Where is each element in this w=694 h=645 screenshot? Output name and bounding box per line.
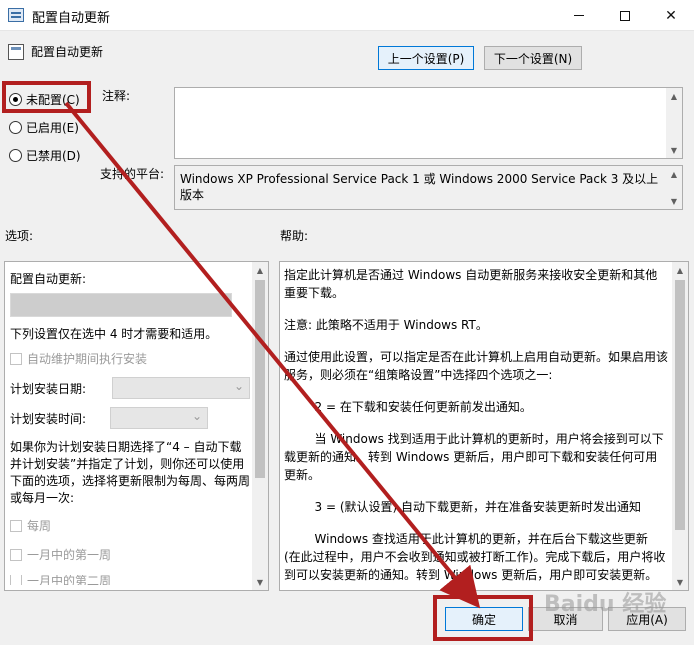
options-scrollbar[interactable]: ▲ ▼ (252, 262, 268, 590)
highlight-box-ok (433, 595, 533, 641)
schedule-day-label: 计划安装日期: (10, 381, 87, 396)
scroll-up-icon[interactable]: ▲ (672, 262, 688, 278)
close-button[interactable]: ✕ (648, 0, 694, 31)
radio-icon (9, 121, 22, 134)
radio-label: 已禁用(D) (26, 149, 81, 163)
options-label: 选项: (5, 229, 34, 243)
second-week-checkbox[interactable]: 一月中的第二周 (10, 575, 250, 585)
update-mode-dropdown[interactable] (10, 293, 232, 317)
maximize-button[interactable] (602, 0, 648, 31)
scroll-up-icon[interactable]: ▲ (666, 166, 682, 182)
scroll-up-icon[interactable]: ▲ (666, 88, 682, 104)
comment-scrollbar[interactable]: ▲ ▼ (666, 88, 682, 158)
help-paragraph: 2 = 在下载和安装任何更新前发出通知。 (284, 400, 532, 414)
scroll-up-icon[interactable]: ▲ (252, 262, 268, 278)
options-paragraph: 如果你为计划安装日期选择了“4 – 自动下载并计划安装”并指定了计划，则你还可以… (10, 440, 251, 505)
scroll-thumb[interactable] (255, 280, 265, 478)
comment-label: 注释: (102, 89, 131, 103)
help-paragraph: 注意: 此策略不适用于 Windows RT。 (284, 318, 488, 332)
help-panel: 指定此计算机是否通过 Windows 自动更新服务来接收安全更新和其他重要下载。… (279, 261, 689, 591)
checkbox-label: 自动维护期间执行安装 (27, 352, 148, 366)
setting-icon (8, 44, 24, 60)
window-title: 配置自动更新 (32, 11, 111, 26)
maximize-icon (620, 10, 630, 21)
checkbox-icon (10, 352, 22, 365)
help-text: 指定此计算机是否通过 Windows 自动更新服务来接收安全更新和其他重要下载。… (284, 266, 668, 598)
previous-setting-button[interactable]: 上一个设置(P) (378, 46, 474, 70)
scroll-down-icon[interactable]: ▼ (252, 574, 268, 590)
help-paragraph: Windows 查找适用于此计算机的更新，并在后台下载这些更新 (在此过程中，用… (284, 532, 666, 582)
options-note: 下列设置仅在选中 4 时才需要和适用。 (10, 327, 218, 341)
checkbox-icon (10, 548, 22, 561)
schedule-time-dropdown[interactable] (110, 407, 208, 429)
first-week-checkbox[interactable]: 一月中的第一周 (10, 546, 250, 563)
scroll-down-icon[interactable]: ▼ (666, 142, 682, 158)
radio-disabled[interactable]: 已禁用(D) (9, 147, 81, 164)
highlight-box-radio (2, 81, 91, 113)
checkbox-label: 每周 (27, 519, 52, 533)
platform-label: 支持的平台: (100, 167, 165, 181)
checkbox-icon (10, 575, 22, 585)
help-paragraph: 3 = (默认设置) 自动下载更新，并在准备安装更新时发出通知 (284, 500, 642, 514)
help-paragraph: 当 Windows 找到适用于此计算机的更新时，用户将会接到可以下载更新的通知。… (284, 432, 664, 482)
setting-title: 配置自动更新 (31, 45, 104, 59)
checkbox-label: 一月中的第二周 (27, 575, 112, 585)
radio-label: 已启用(E) (26, 121, 79, 135)
options-title: 配置自动更新: (10, 272, 87, 286)
checkbox-label: 一月中的第一周 (27, 548, 112, 562)
platform-scrollbar[interactable]: ▲ ▼ (666, 166, 682, 209)
platform-value: Windows XP Professional Service Pack 1 或… (180, 172, 659, 202)
radio-enabled[interactable]: 已启用(E) (9, 119, 79, 136)
weekly-checkbox[interactable]: 每周 (10, 517, 250, 534)
help-label: 帮助: (280, 229, 309, 243)
help-paragraph: 指定此计算机是否通过 Windows 自动更新服务来接收安全更新和其他重要下载。 (284, 268, 658, 300)
schedule-day-dropdown[interactable] (112, 377, 250, 399)
checkbox-icon (10, 519, 22, 532)
platform-field: Windows XP Professional Service Pack 1 或… (174, 165, 683, 210)
scroll-down-icon[interactable]: ▼ (672, 574, 688, 590)
options-panel: 配置自动更新: 下列设置仅在选中 4 时才需要和适用。 自动维护期间执行安装 计… (4, 261, 269, 591)
radio-icon (9, 149, 22, 162)
policy-editor-icon (8, 8, 24, 22)
comment-textarea[interactable]: ▲ ▼ (174, 87, 683, 159)
schedule-time-label: 计划安装时间: (10, 411, 87, 426)
title-bar: 配置自动更新 ✕ (0, 0, 694, 31)
baidu-watermark: Baidu 经验 (544, 592, 667, 617)
help-scrollbar[interactable]: ▲ ▼ (672, 262, 688, 590)
next-setting-button[interactable]: 下一个设置(N) (484, 46, 582, 70)
minimize-button[interactable] (556, 0, 602, 31)
minimize-icon (574, 15, 584, 16)
scroll-down-icon[interactable]: ▼ (666, 193, 682, 209)
maintenance-checkbox[interactable]: 自动维护期间执行安装 (10, 350, 250, 367)
scroll-thumb[interactable] (675, 280, 685, 530)
help-paragraph: 通过使用此设置，可以指定是否在此计算机上启用自动更新。如果启用该服务，则必须在“… (284, 350, 669, 382)
close-icon: ✕ (665, 7, 677, 24)
